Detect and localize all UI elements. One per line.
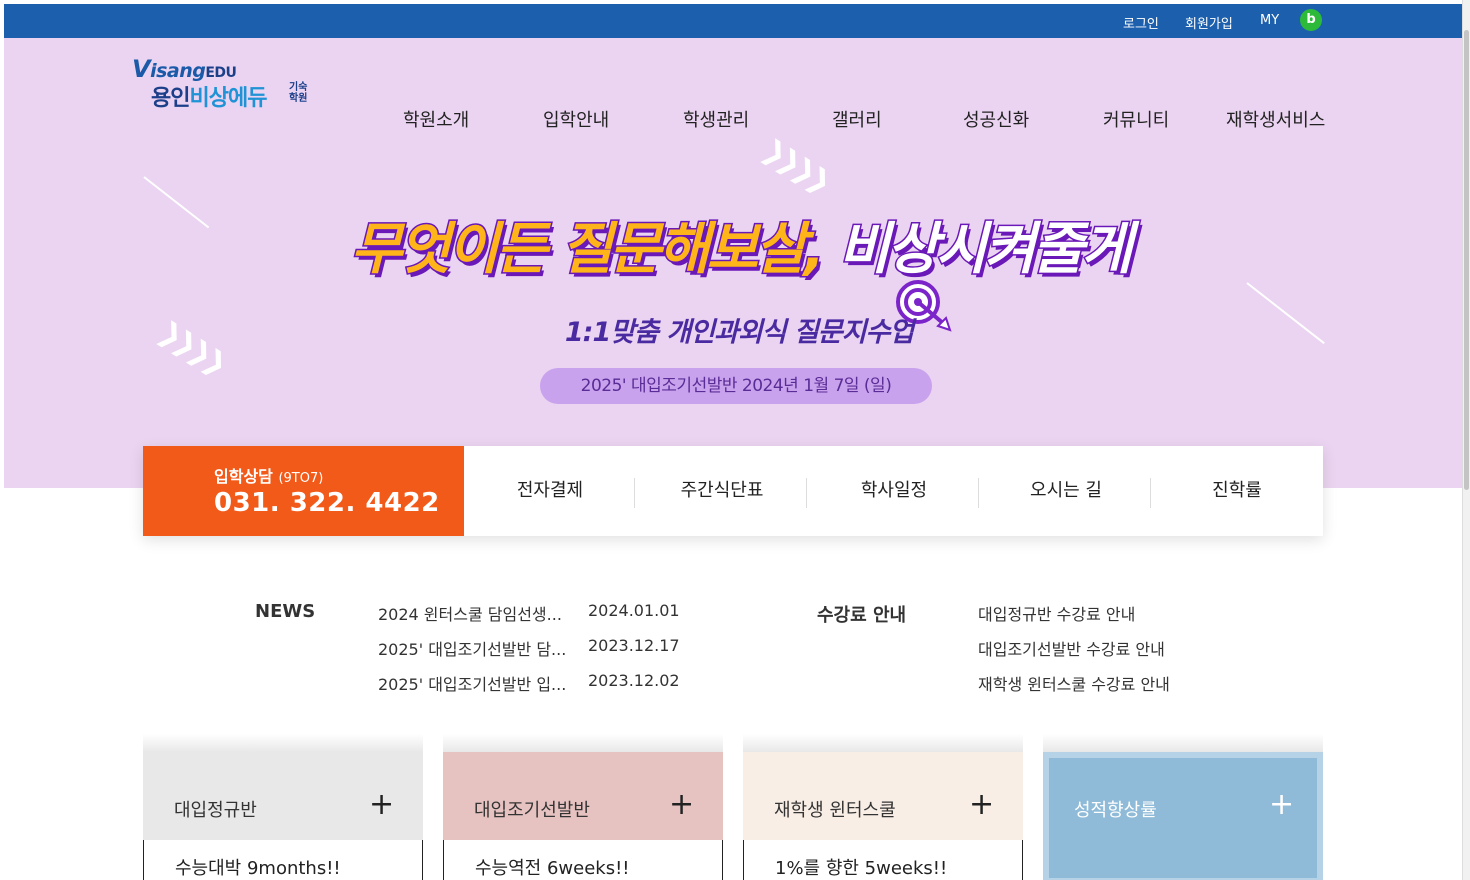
card-header: 재학생 윈터스쿨 +	[743, 752, 1023, 840]
logo-sub: 기숙학원	[289, 82, 308, 104]
fee-item[interactable]: 재학생 윈터스쿨 수강료 안내	[978, 671, 1170, 695]
news-item[interactable]: 2025' 대입조기선발반 입...	[378, 671, 566, 695]
my-link[interactable]: MY	[1260, 13, 1279, 28]
card-body: 1%를 향한 5weeks!!	[743, 840, 1023, 880]
gnb-item-success[interactable]: 성공신화	[963, 106, 1029, 132]
decor-line-right	[1246, 282, 1325, 345]
card-label: 대입정규반	[174, 800, 257, 821]
quick-menu-bar: 입학상담 (9TO7) 031. 322. 4422 전자결제 주간식단표 학사…	[143, 446, 1323, 536]
course-card-winter[interactable]: 재학생 윈터스쿨 + 1%를 향한 5weeks!!	[743, 734, 1023, 880]
scrollbar[interactable]	[1462, 0, 1470, 880]
card-body-text: 1%를 향한 5weeks!!	[775, 858, 948, 879]
logo-name[interactable]: 용인비상에듀	[151, 80, 267, 112]
call-title-text: 입학상담	[214, 467, 273, 486]
news-date: 2024.01.01	[588, 601, 680, 620]
blog-icon[interactable]: b	[1300, 9, 1322, 31]
course-card-score[interactable]: 성적향상률 +	[1043, 734, 1323, 880]
card-header: 대입조기선발반 +	[443, 752, 723, 840]
quick-link-payment[interactable]: 전자결제	[464, 446, 636, 536]
gnb-item-gallery[interactable]: 갤러리	[832, 106, 882, 132]
fee-item[interactable]: 대입조기선발반 수강료 안내	[978, 636, 1165, 660]
card-shadow	[443, 734, 723, 752]
plus-icon[interactable]: +	[369, 790, 394, 820]
chevrons-left-decor: ❯❯❯❯	[152, 314, 230, 379]
card-body: 수능역전 6weeks!!	[443, 840, 723, 880]
gnb-item-community[interactable]: 커뮤니티	[1103, 106, 1169, 132]
gnb-item-student-service[interactable]: 재학생서비스	[1226, 106, 1325, 132]
card-label: 재학생 윈터스쿨	[774, 800, 896, 821]
gnb-item-student-care[interactable]: 학생관리	[683, 106, 749, 132]
news-title: NEWS	[255, 601, 316, 622]
chevrons-top-decor: ❯❯❯❯	[756, 132, 834, 197]
page: 로그인 회원가입 MY b VisangEDU 용인비상에듀 기숙학원 학원소개…	[4, 4, 1462, 880]
top-utility-bar: 로그인 회원가입 MY b	[4, 4, 1462, 38]
plus-icon[interactable]: +	[969, 790, 994, 820]
card-body-text: 수능역전 6weeks!!	[475, 858, 630, 879]
logo-wordmark[interactable]: VisangEDU	[132, 55, 237, 83]
signup-link[interactable]: 회원가입	[1185, 13, 1233, 32]
news-date: 2023.12.02	[588, 671, 680, 690]
call-hours: (9TO7)	[278, 471, 324, 486]
admission-call-box[interactable]: 입학상담 (9TO7) 031. 322. 4422	[143, 446, 464, 536]
card-body: 수능대박 9months!!	[143, 840, 423, 880]
logo-edu: EDU	[205, 65, 237, 81]
news-date: 2023.12.17	[588, 636, 680, 655]
card-header: 성적향상률 +	[1043, 752, 1323, 880]
divider	[978, 478, 979, 508]
quick-link-directions[interactable]: 오시는 길	[980, 446, 1152, 536]
hero-subline: 1:1맞춤 개인과외식 질문지수업	[564, 317, 914, 348]
course-card-early[interactable]: 대입조기선발반 + 수능역전 6weeks!!	[443, 734, 723, 880]
hero-headline-a: 무엇이든 질문해보살,	[349, 216, 826, 284]
divider	[806, 478, 807, 508]
gnb-item-about[interactable]: 학원소개	[403, 106, 469, 132]
login-link[interactable]: 로그인	[1123, 13, 1159, 32]
card-shadow	[143, 734, 423, 752]
hero-banner: VisangEDU 용인비상에듀 기숙학원 학원소개 입학안내 학생관리 갤러리…	[4, 38, 1462, 488]
card-label: 대입조기선발반	[474, 800, 590, 821]
news-item[interactable]: 2025' 대입조기선발반 담...	[378, 636, 566, 660]
logo-v: V	[132, 55, 151, 83]
quick-link-calendar[interactable]: 학사일정	[808, 446, 980, 536]
course-card-regular[interactable]: 대입정규반 + 수능대박 9months!!	[143, 734, 423, 880]
card-label: 성적향상률	[1074, 800, 1157, 821]
divider	[634, 478, 635, 508]
quick-link-results[interactable]: 진학률	[1151, 446, 1323, 536]
logo-name-a: 용인	[151, 86, 190, 111]
card-body-text: 수능대박 9months!!	[175, 858, 341, 879]
hero-headline: 무엇이든 질문해보살, 비상시켜줄게	[300, 204, 1180, 285]
hero-date-pill[interactable]: 2025' 대입조기선발반 2024년 1월 7일 (일)	[540, 368, 932, 404]
call-title: 입학상담 (9TO7)	[214, 463, 323, 487]
news-item[interactable]: 2024 윈터스쿨 담임선생...	[378, 601, 562, 625]
call-phone: 031. 322. 4422	[214, 488, 440, 518]
fees-title: 수강료 안내	[817, 605, 907, 626]
logo-name-b: 비상에듀	[189, 86, 267, 111]
card-shadow	[743, 734, 1023, 752]
gnb-item-admission[interactable]: 입학안내	[543, 106, 609, 132]
plus-icon[interactable]: +	[669, 790, 694, 820]
decor-line-left	[143, 176, 210, 229]
scrollbar-thumb[interactable]	[1464, 30, 1469, 490]
hero-headline-b: 비상시켜줄게	[837, 216, 1134, 284]
logo-text: isang	[150, 60, 206, 82]
card-shadow	[1043, 734, 1323, 752]
plus-icon[interactable]: +	[1269, 790, 1294, 820]
card-header: 대입정규반 +	[143, 752, 423, 840]
quick-link-menu[interactable]: 주간식단표	[636, 446, 808, 536]
fee-item[interactable]: 대입정규반 수강료 안내	[978, 601, 1135, 625]
